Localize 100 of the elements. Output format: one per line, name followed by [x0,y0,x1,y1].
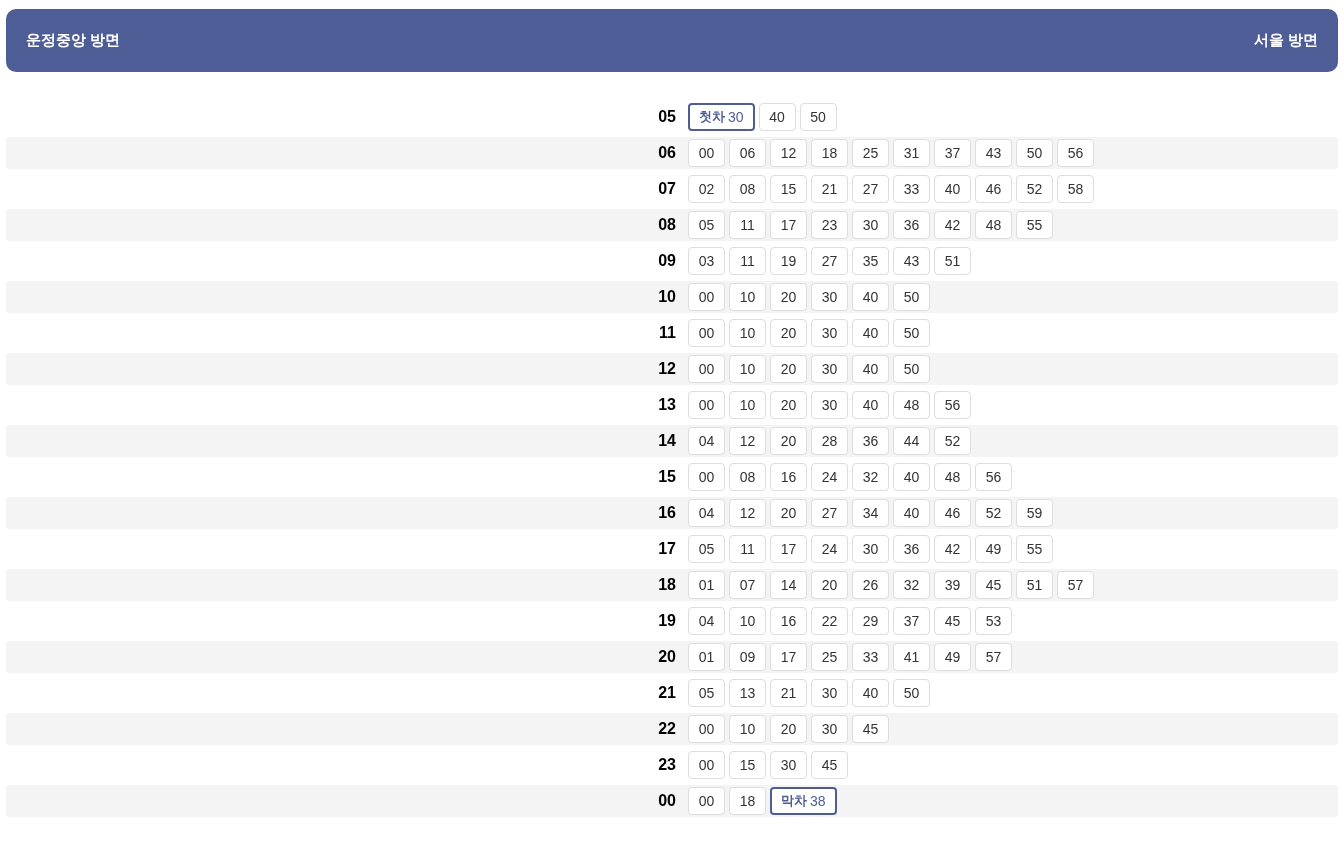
departure-time-chip: 02 [688,175,725,203]
departure-time-chip: 32 [893,571,930,599]
departure-time-chip: 32 [852,463,889,491]
departure-time-chip: 06 [729,139,766,167]
departure-time-chip: 40 [852,283,889,311]
departure-time-chip: 13 [729,679,766,707]
hour-label: 16 [658,503,676,523]
departure-time-chip: 12 [770,139,807,167]
departure-time-chip: 50 [893,283,930,311]
departure-time-chip: 08 [729,463,766,491]
departure-time-chip: 00 [688,463,725,491]
departure-time-chip: 36 [893,211,930,239]
hour-label: 19 [658,611,676,631]
hour-label: 20 [658,647,676,667]
departure-time-chip: 26 [852,571,889,599]
departure-time-chip: 30 [811,319,848,347]
hour-label: 11 [659,323,676,343]
departure-time-chip: 17 [770,535,807,563]
departure-time-chip: 17 [770,643,807,671]
hour-label: 12 [658,359,676,379]
hour-label: 07 [658,179,676,199]
departure-time-chip: 04 [688,427,725,455]
departure-time-chip: 00 [688,319,725,347]
departure-time-chip: 12 [729,427,766,455]
departure-time-chip: 40 [893,463,930,491]
departure-time-chip: 40 [758,103,796,131]
departure-time-chip: 00 [688,391,725,419]
hour-label: 06 [658,143,676,163]
departure-time-chip: 33 [852,643,889,671]
departure-time-chip: 50 [893,355,930,383]
departure-time-chip: 12 [729,499,766,527]
departure-time-chip: 50 [799,103,837,131]
departure-time-chip: 23 [811,211,848,239]
departure-time-chip: 18 [811,139,848,167]
departure-time-chip: 10 [729,715,766,743]
hour-label: 15 [658,467,676,487]
service-tag: 첫차 [699,107,725,127]
departure-time-chip: 40 [852,679,889,707]
departure-time-chip: 48 [934,463,971,491]
departure-time-chip: 50 [893,319,930,347]
departure-time-chip: 30 [811,679,848,707]
departure-time-chip: 05 [688,679,725,707]
departure-time-chip: 31 [893,139,930,167]
hour-label: 00 [658,791,676,811]
departure-time-chip: 50 [893,679,930,707]
departure-time-chip: 10 [729,283,766,311]
minute-text: 38 [810,791,826,811]
departure-time-chip: 05 [688,535,725,563]
departure-time-chip: 30 [811,715,848,743]
departure-time-chip: 36 [852,427,889,455]
departure-time-chip: 40 [934,175,971,203]
departure-time-chip: 37 [893,607,930,635]
departure-time-chip: 51 [934,247,971,275]
departure-time-chip: 24 [811,463,848,491]
departure-time-chip: 56 [1057,139,1094,167]
departure-time-chip: 07 [729,571,766,599]
departure-time-chip: 22 [811,607,848,635]
departure-time-chip: 48 [975,211,1012,239]
departure-time-chip: 45 [811,751,848,779]
departure-time-chip: 46 [975,175,1012,203]
departure-time-chip: 27 [811,247,848,275]
departure-time-chip: 20 [770,427,807,455]
departure-time-chip: 46 [934,499,971,527]
departure-time-chip: 00 [688,139,725,167]
departure-time-chip: 30 [852,211,889,239]
departure-time-chip: 25 [811,643,848,671]
departure-time-chip: 14 [770,571,807,599]
departure-time-chip: 29 [852,607,889,635]
departure-time-chip: 40 [852,391,889,419]
departure-time-chip: 50 [1016,139,1053,167]
departure-time-chip: 43 [975,139,1012,167]
departure-time-chip: 36 [893,535,930,563]
departure-time-chip: 52 [934,427,971,455]
departure-time-chip: 15 [729,751,766,779]
departure-time-chip: 20 [770,283,807,311]
departure-time-chip: 01 [688,571,725,599]
departure-time-chip: 30 [811,391,848,419]
departure-time-chip: 27 [811,499,848,527]
minute-text: 30 [728,107,744,127]
hour-label: 14 [658,431,676,451]
departure-time-chip: 00 [688,715,725,743]
hour-label: 09 [658,251,676,271]
hour-label: 10 [658,287,676,307]
departure-time-chip: 21 [811,175,848,203]
departure-time-chip: 48 [893,391,930,419]
hour-label: 22 [658,719,676,739]
departure-time-chip: 21 [770,679,807,707]
departure-time-chip: 20 [770,319,807,347]
departure-time-chip: 28 [811,427,848,455]
departure-time-chip: 40 [852,355,889,383]
departure-time-chip: 00 [688,787,725,815]
direction-label: 운정중앙 방면 [26,30,121,51]
departure-time-chip: 10 [729,319,766,347]
departure-time-chip: 45 [934,607,971,635]
departure-time-chip: 00 [688,355,725,383]
departure-time-chip: 18 [729,787,766,815]
departure-time-chip: 04 [688,607,725,635]
departure-time-chip: 42 [934,535,971,563]
departure-time-chip: 11 [729,535,766,563]
departure-time-chip: 33 [893,175,930,203]
